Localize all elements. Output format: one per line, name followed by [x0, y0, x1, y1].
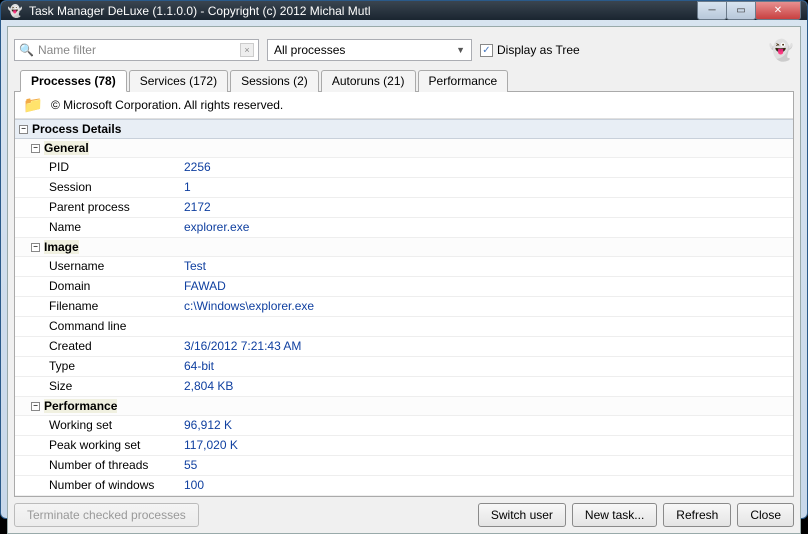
collapse-icon[interactable]: − — [31, 402, 40, 411]
property-groups: −GeneralPID2256Session1Parent process217… — [15, 139, 793, 496]
property-row[interactable]: Working set96,912 K — [15, 416, 793, 436]
property-key: Working set — [49, 418, 184, 433]
property-value: FAWAD — [184, 279, 226, 294]
property-row[interactable]: Created3/16/2012 7:21:43 AM — [15, 337, 793, 357]
group-header-image[interactable]: −Image — [15, 238, 793, 257]
property-value: 117,020 K — [184, 438, 238, 453]
window-title: Task Manager DeLuxe (1.1.0.0) - Copyrigh… — [29, 4, 698, 18]
tabstrip: Processes (78) Services (172) Sessions (… — [14, 69, 794, 92]
group-header-general[interactable]: −General — [15, 139, 793, 158]
property-key: Domain — [49, 279, 184, 294]
titlebar[interactable]: 👻 Task Manager DeLuxe (1.1.0.0) - Copyri… — [1, 1, 807, 20]
property-key: Name — [49, 220, 184, 235]
new-task-button[interactable]: New task... — [572, 503, 657, 527]
clear-filter-button[interactable]: × — [240, 43, 254, 57]
property-key: Number of threads — [49, 458, 184, 473]
property-value: 3/16/2012 7:21:43 AM — [184, 339, 301, 354]
property-row[interactable]: Session1 — [15, 178, 793, 198]
property-row[interactable]: Number of windows100 — [15, 476, 793, 496]
property-row[interactable]: Command line — [15, 317, 793, 337]
tree-checkbox-label: Display as Tree — [497, 43, 580, 57]
process-filter-dropdown[interactable]: All processes ▼ — [267, 39, 472, 61]
property-row[interactable]: DomainFAWAD — [15, 277, 793, 297]
property-value: 2,804 KB — [184, 379, 233, 394]
refresh-button[interactable]: Refresh — [663, 503, 731, 527]
property-key: Type — [49, 359, 184, 374]
explorer-icon: 📁 — [21, 96, 45, 114]
tab-services[interactable]: Services (172) — [129, 70, 228, 92]
collapse-icon[interactable]: − — [31, 144, 40, 153]
property-value: 96,912 K — [184, 418, 232, 433]
window-controls: ─ ▭ ✕ — [698, 1, 801, 20]
property-key: Filename — [49, 299, 184, 314]
property-key: Size — [49, 379, 184, 394]
app-icon: 👻 — [7, 3, 23, 19]
tree-checkbox[interactable]: ✓ — [480, 44, 493, 57]
property-row[interactable]: Peak working set117,020 K — [15, 436, 793, 456]
property-value: 1 — [184, 180, 191, 195]
minimize-button[interactable]: ─ — [697, 1, 727, 20]
toolbar: 🔍 Name filter × All processes ▼ ✓ Displa… — [14, 33, 794, 69]
name-filter-placeholder: Name filter — [38, 43, 240, 57]
button-bar: Terminate checked processes Switch user … — [14, 497, 794, 527]
app-window: 👻 Task Manager DeLuxe (1.1.0.0) - Copyri… — [0, 0, 808, 519]
property-value: explorer.exe — [184, 220, 249, 235]
property-value: c:\Windows\explorer.exe — [184, 299, 314, 314]
process-details-header[interactable]: − Process Details — [15, 119, 793, 139]
tab-autoruns[interactable]: Autoruns (21) — [321, 70, 416, 92]
property-key: Username — [49, 259, 184, 274]
process-copyright: © Microsoft Corporation. All rights rese… — [51, 98, 283, 112]
switch-user-button[interactable]: Switch user — [478, 503, 566, 527]
tab-processes[interactable]: Processes (78) — [20, 70, 127, 92]
property-key: Number of windows — [49, 478, 184, 493]
chevron-down-icon: ▼ — [456, 45, 465, 55]
property-value: 55 — [184, 458, 197, 473]
property-row[interactable]: Type64-bit — [15, 357, 793, 377]
collapse-icon[interactable]: − — [19, 125, 28, 134]
close-button[interactable]: Close — [737, 503, 794, 527]
property-row[interactable]: PID2256 — [15, 158, 793, 178]
property-key: PID — [49, 160, 184, 175]
group-header-performance[interactable]: −Performance — [15, 397, 793, 416]
property-value: 2172 — [184, 200, 211, 215]
tab-sessions[interactable]: Sessions (2) — [230, 70, 319, 92]
tab-performance[interactable]: Performance — [418, 70, 509, 92]
property-row[interactable]: Nameexplorer.exe — [15, 218, 793, 238]
terminate-button[interactable]: Terminate checked processes — [14, 503, 199, 527]
property-value: 2256 — [184, 160, 211, 175]
search-icon: 🔍 — [19, 43, 34, 57]
tab-content: 📁 © Microsoft Corporation. All rights re… — [14, 92, 794, 497]
dropdown-selected: All processes — [274, 43, 345, 57]
ghost-logo-icon: 👻 — [768, 37, 794, 63]
property-value: 64-bit — [184, 359, 214, 374]
property-row[interactable]: Size2,804 KB — [15, 377, 793, 397]
property-row[interactable]: UsernameTest — [15, 257, 793, 277]
display-as-tree-option[interactable]: ✓ Display as Tree — [480, 43, 580, 57]
maximize-button[interactable]: ▭ — [726, 1, 756, 20]
property-row[interactable]: Parent process2172 — [15, 198, 793, 218]
property-key: Parent process — [49, 200, 184, 215]
property-key: Session — [49, 180, 184, 195]
property-key: Command line — [49, 319, 184, 334]
property-key: Peak working set — [49, 438, 184, 453]
property-key: Created — [49, 339, 184, 354]
selected-process-row[interactable]: 📁 © Microsoft Corporation. All rights re… — [15, 92, 793, 119]
close-window-button[interactable]: ✕ — [755, 1, 801, 20]
property-row[interactable]: Number of threads55 — [15, 456, 793, 476]
property-value: 100 — [184, 478, 204, 493]
property-value: Test — [184, 259, 206, 274]
client-area: 🔍 Name filter × All processes ▼ ✓ Displa… — [7, 26, 801, 534]
property-row[interactable]: Filenamec:\Windows\explorer.exe — [15, 297, 793, 317]
collapse-icon[interactable]: − — [31, 243, 40, 252]
name-filter-input[interactable]: 🔍 Name filter × — [14, 39, 259, 61]
